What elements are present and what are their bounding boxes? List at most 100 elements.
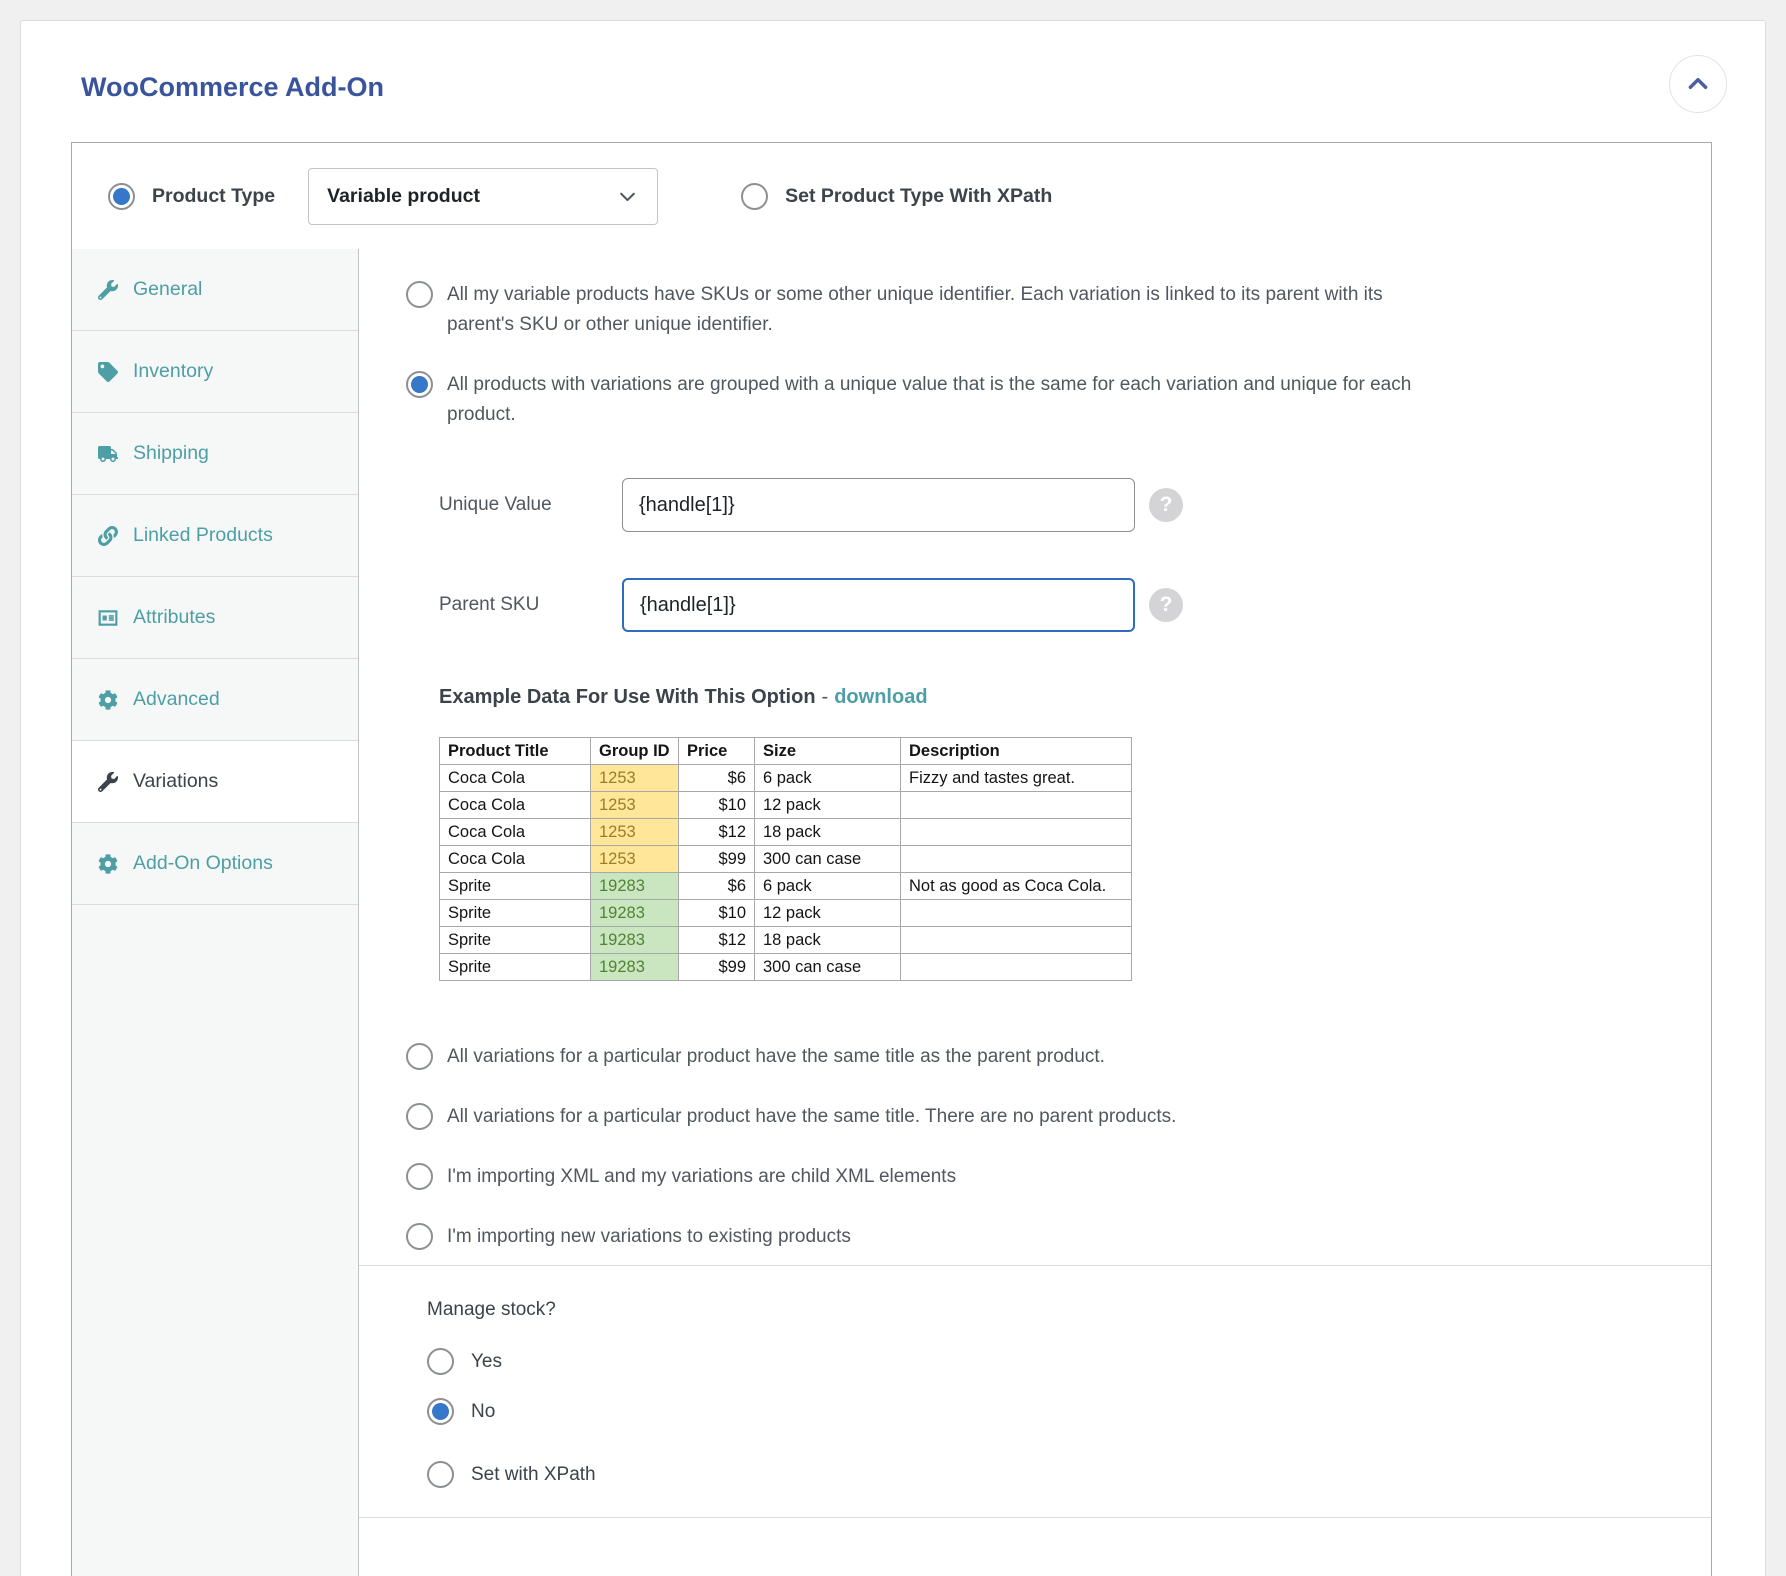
chevron-down-icon xyxy=(618,187,637,206)
heading-separator: - xyxy=(822,686,829,708)
gear-icon xyxy=(98,854,118,874)
group-id-cell: 19283 xyxy=(591,900,679,927)
sidebar-item-advanced[interactable]: Advanced xyxy=(72,659,358,741)
match-option-unique-value: All products with variations are grouped… xyxy=(406,370,1711,430)
group-id-cell: 1253 xyxy=(591,765,679,792)
link-icon xyxy=(98,526,118,546)
product-type-radio[interactable] xyxy=(108,183,135,210)
col-header: Product Title xyxy=(440,738,591,765)
help-icon[interactable]: ? xyxy=(1149,488,1183,522)
match-option-label: All my variable products have SKUs or so… xyxy=(447,280,1422,340)
product-type-xpath-radio[interactable] xyxy=(741,183,768,210)
match-option-label: I'm importing XML and my variations are … xyxy=(447,1162,956,1192)
parent-sku-row: Parent SKU ? xyxy=(439,578,1711,632)
sidebar-item-inventory[interactable]: Inventory xyxy=(72,331,358,413)
sidebar-item-addon-options[interactable]: Add-On Options xyxy=(72,823,358,905)
wrench-icon xyxy=(98,280,118,300)
sidebar-item-attributes[interactable]: Attributes xyxy=(72,577,358,659)
product-type-xpath-label: Set Product Type With XPath xyxy=(785,185,1052,208)
wrench-icon xyxy=(98,772,118,792)
sidebar-item-label: Linked Products xyxy=(133,524,273,547)
table-row: Coca Cola1253$99300 can case xyxy=(440,846,1132,873)
table-row: Coca Cola1253$1218 pack xyxy=(440,819,1132,846)
manage-stock-option-yes: Yes xyxy=(427,1348,1711,1375)
sidebar-item-variations[interactable]: Variations xyxy=(72,741,358,823)
col-header: Size xyxy=(755,738,901,765)
manage-stock-option-xpath: Set with XPath xyxy=(427,1461,1711,1488)
product-type-select-value: Variable product xyxy=(327,185,480,208)
unique-value-row: Unique Value ? xyxy=(439,478,1711,532)
chevron-up-icon xyxy=(1685,71,1711,97)
match-option-label: All variations for a particular product … xyxy=(447,1102,1176,1132)
settings-box: Product Type Variable product Set Produc… xyxy=(71,142,1712,1576)
unique-value-label: Unique Value xyxy=(439,494,622,516)
truck-icon xyxy=(98,444,118,464)
manage-stock-option-label: No xyxy=(471,1401,495,1423)
manage-stock-label: Manage stock? xyxy=(427,1299,1711,1321)
sidebar-item-linked-products[interactable]: Linked Products xyxy=(72,495,358,577)
table-row: Sprite19283$66 packNot as good as Coca C… xyxy=(440,873,1132,900)
settings-sidebar: General Inventory Shipping Linked Produc… xyxy=(72,249,359,1576)
table-row: Coca Cola1253$1012 pack xyxy=(440,792,1132,819)
woocommerce-addon-panel: WooCommerce Add-On Product Type Variable… xyxy=(20,20,1766,1576)
download-link[interactable]: download xyxy=(834,686,927,708)
match-option-radio[interactable] xyxy=(406,1223,433,1250)
table-row: Coca Cola1253$66 packFizzy and tastes gr… xyxy=(440,765,1132,792)
example-data-table: Product Title Group ID Price Size Descri… xyxy=(439,737,1132,981)
collapse-button[interactable] xyxy=(1669,55,1727,113)
page-title: WooCommerce Add-On xyxy=(81,71,1765,103)
group-id-cell: 19283 xyxy=(591,873,679,900)
col-header: Price xyxy=(679,738,755,765)
manage-stock-yes-radio[interactable] xyxy=(427,1348,454,1375)
group-id-cell: 1253 xyxy=(591,792,679,819)
card-list-icon xyxy=(98,608,118,628)
group-id-cell: 19283 xyxy=(591,954,679,981)
match-option-label: I'm importing new variations to existing… xyxy=(447,1222,851,1252)
match-option-radio[interactable] xyxy=(406,1043,433,1070)
table-row: Sprite19283$1218 pack xyxy=(440,927,1132,954)
example-heading-text: Example Data For Use With This Option xyxy=(439,686,816,708)
help-icon[interactable]: ? xyxy=(1149,588,1183,622)
match-option-label: All products with variations are grouped… xyxy=(447,370,1422,430)
sidebar-item-label: Shipping xyxy=(133,442,209,465)
group-id-cell: 19283 xyxy=(591,927,679,954)
match-option-sku-radio[interactable] xyxy=(406,281,433,308)
tag-icon xyxy=(98,362,118,382)
parent-sku-label: Parent SKU xyxy=(439,594,622,616)
match-option-radio[interactable] xyxy=(406,1163,433,1190)
sidebar-item-label: Advanced xyxy=(133,688,220,711)
match-option-new-variations: I'm importing new variations to existing… xyxy=(406,1222,1711,1252)
sidebar-item-label: Inventory xyxy=(133,360,213,383)
product-type-select[interactable]: Variable product xyxy=(308,168,658,225)
parent-sku-input[interactable] xyxy=(622,578,1135,632)
variations-panel: All my variable products have SKUs or so… xyxy=(359,249,1711,1576)
sidebar-item-label: Add-On Options xyxy=(133,852,273,875)
match-option-same-title-no-parent: All variations for a particular product … xyxy=(406,1102,1711,1132)
product-type-row: Product Type Variable product Set Produc… xyxy=(72,143,1711,249)
table-row: Sprite19283$1012 pack xyxy=(440,900,1132,927)
sidebar-item-shipping[interactable]: Shipping xyxy=(72,413,358,495)
manage-stock-xpath-radio[interactable] xyxy=(427,1461,454,1488)
match-option-same-title-parent: All variations for a particular product … xyxy=(406,1042,1711,1072)
manage-stock-option-no: No xyxy=(427,1398,1711,1425)
match-option-unique-value-radio[interactable] xyxy=(406,371,433,398)
unique-value-input[interactable] xyxy=(622,478,1135,532)
match-option-radio[interactable] xyxy=(406,1103,433,1130)
col-header: Group ID xyxy=(591,738,679,765)
table-row: Sprite19283$99300 can case xyxy=(440,954,1132,981)
product-type-label: Product Type xyxy=(152,185,275,208)
section-divider xyxy=(359,1265,1711,1266)
sidebar-item-label: General xyxy=(133,278,202,301)
col-header: Description xyxy=(901,738,1132,765)
panel-header: WooCommerce Add-On xyxy=(21,21,1765,103)
match-option-label: All variations for a particular product … xyxy=(447,1042,1105,1072)
gear-icon xyxy=(98,690,118,710)
manage-stock-option-label: Set with XPath xyxy=(471,1464,596,1486)
example-data-heading: Example Data For Use With This Option-do… xyxy=(439,686,1711,709)
manage-stock-no-radio[interactable] xyxy=(427,1398,454,1425)
group-id-cell: 1253 xyxy=(591,819,679,846)
sidebar-item-general[interactable]: General xyxy=(72,249,358,331)
manage-stock-option-label: Yes xyxy=(471,1351,502,1373)
sidebar-item-label: Attributes xyxy=(133,606,215,629)
group-id-cell: 1253 xyxy=(591,846,679,873)
